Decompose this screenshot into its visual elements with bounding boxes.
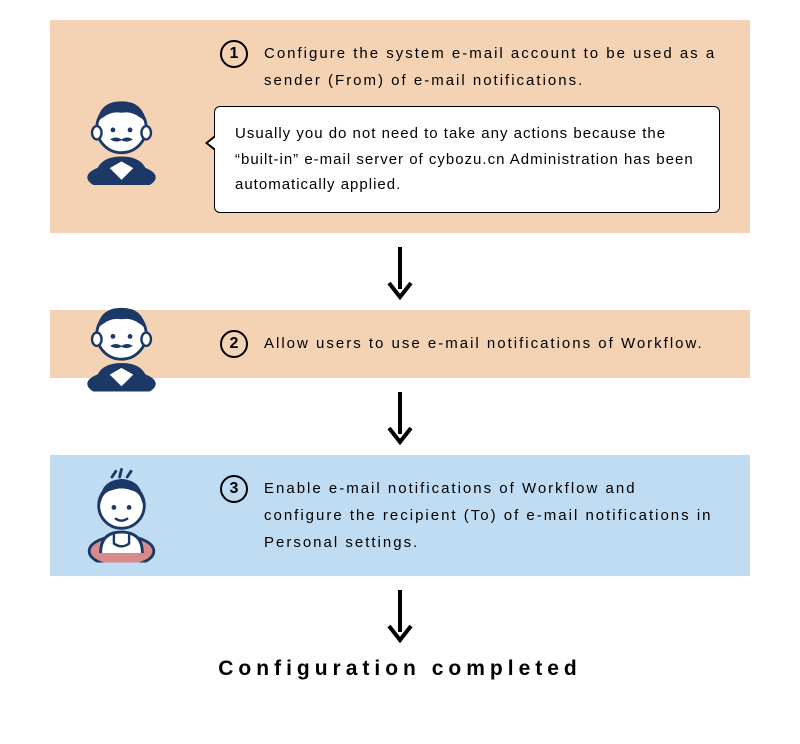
completed-label: Configuration completed <box>50 657 750 681</box>
step-1-content: 1 Configure the system e-mail account to… <box>220 40 720 213</box>
user-avatar-icon <box>74 468 169 563</box>
step-1-box: 1 Configure the system e-mail account to… <box>50 20 750 233</box>
step-1-callout: Usually you do not need to take any acti… <box>214 106 720 213</box>
step-3-number: 3 <box>220 475 248 503</box>
step-3-content: 3 Enable e-mail notifications of Workflo… <box>220 475 720 556</box>
step-2-content: 2 Allow users to use e-mail notification… <box>220 330 720 358</box>
step-3-box: 3 Enable e-mail notifications of Workflo… <box>50 455 750 576</box>
step-2-text: Allow users to use e-mail notifications … <box>264 330 704 357</box>
step-1-text: Configure the system e-mail account to b… <box>264 40 720 94</box>
step-2-number: 2 <box>220 330 248 358</box>
admin-avatar-icon <box>74 90 169 185</box>
arrow-down-icon <box>50 576 750 653</box>
step-3-text: Enable e-mail notifications of Workflow … <box>264 475 720 556</box>
admin-avatar-icon <box>74 296 169 391</box>
step-1-number: 1 <box>220 40 248 68</box>
step-2-box: 2 Allow users to use e-mail notification… <box>50 310 750 378</box>
